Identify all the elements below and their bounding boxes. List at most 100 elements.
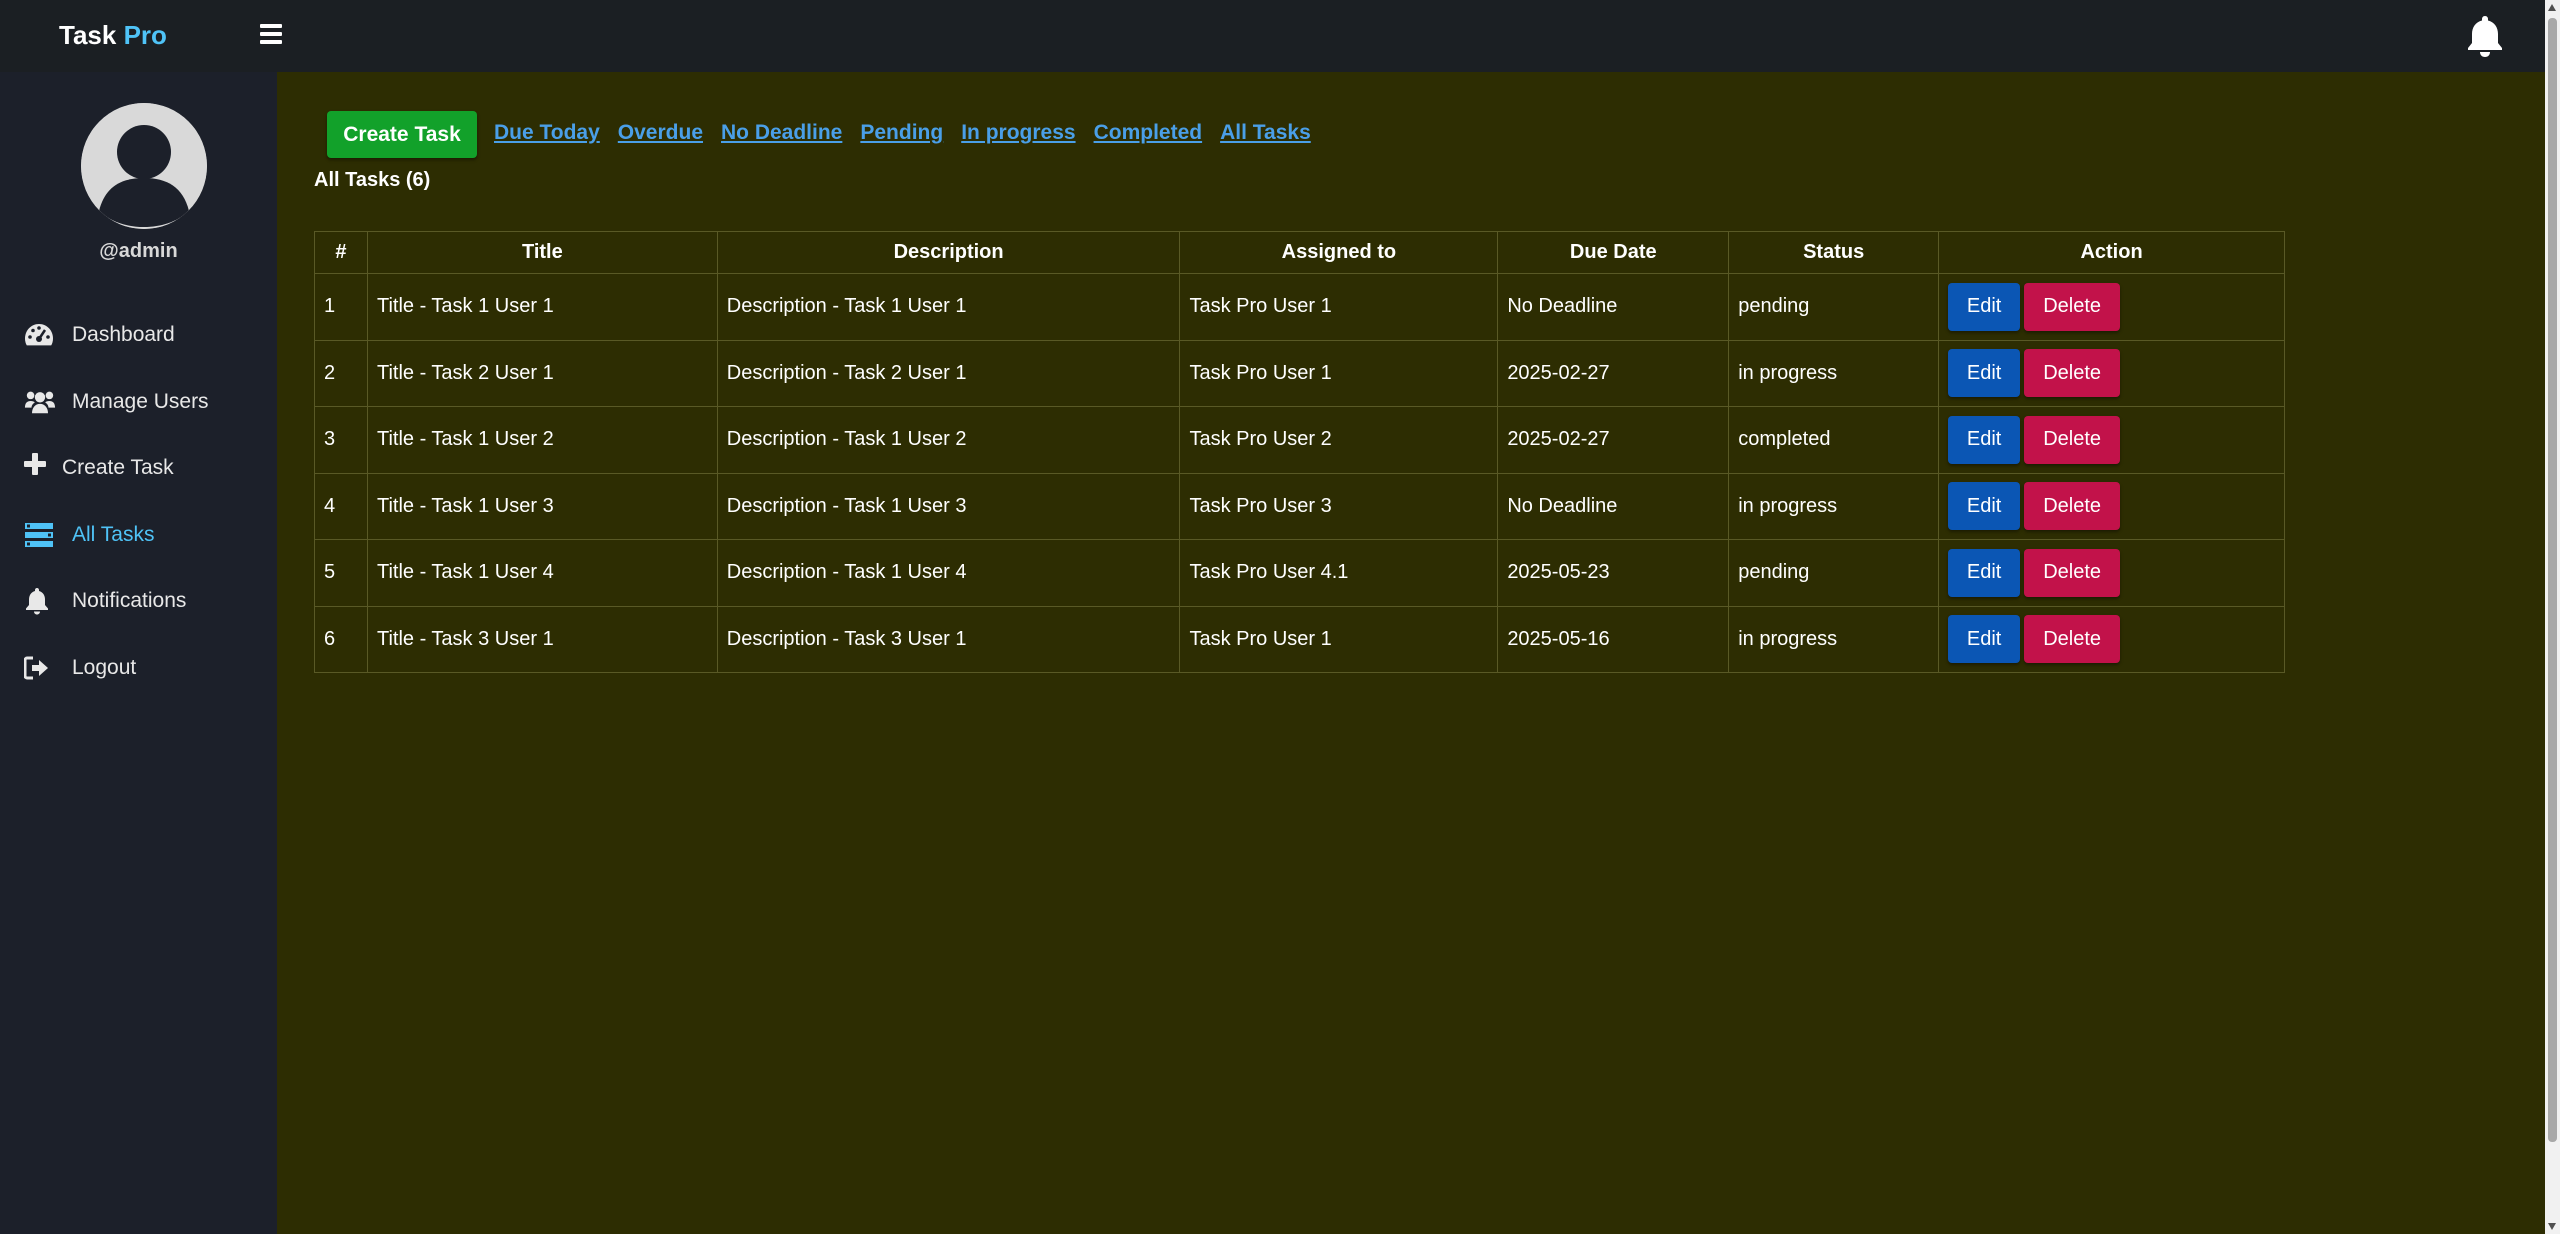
column-header: Description xyxy=(716,231,1181,274)
task-title: Title - Task 3 User 1 xyxy=(366,605,718,673)
filter-no-deadline-link[interactable]: No Deadline xyxy=(721,121,842,145)
edit-button[interactable]: Edit xyxy=(1948,548,2021,597)
task-status: in progress xyxy=(1728,339,1940,407)
dashboard-gauge-icon xyxy=(24,321,56,349)
task-actions: Edit Delete xyxy=(1938,472,2285,540)
task-actions: Edit Delete xyxy=(1938,539,2285,607)
sidebar-item-dashboard[interactable]: Dashboard xyxy=(0,302,277,369)
scrollbar-thumb[interactable] xyxy=(2548,18,2557,1142)
edit-button[interactable]: Edit xyxy=(1948,615,2021,664)
column-header: Title xyxy=(366,231,718,274)
hamburger-icon[interactable] xyxy=(260,24,284,48)
row-number: 1 xyxy=(314,273,368,341)
task-actions: Edit Delete xyxy=(1938,273,2285,341)
delete-button[interactable]: Delete xyxy=(2024,349,2121,398)
edit-button[interactable]: Edit xyxy=(1948,482,2021,531)
vertical-scrollbar[interactable] xyxy=(2545,0,2560,1234)
task-assignee: Task Pro User 1 xyxy=(1179,273,1499,341)
delete-button[interactable]: Delete xyxy=(2024,548,2121,597)
task-filters: Due Today Overdue No Deadline Pending In… xyxy=(494,121,1311,145)
table-row: 2 Title - Task 2 User 1 Description - Ta… xyxy=(314,339,2285,407)
task-due-date: 2025-05-23 xyxy=(1497,539,1730,607)
task-status: in progress xyxy=(1728,605,1940,673)
column-header: Due Date xyxy=(1497,231,1730,274)
sidebar-item-label: Create Task xyxy=(62,456,174,480)
create-task-button[interactable]: Create Task xyxy=(327,111,477,158)
filter-due-today-link[interactable]: Due Today xyxy=(494,121,600,145)
task-actions: Edit Delete xyxy=(1938,339,2285,407)
task-description: Description - Task 1 User 2 xyxy=(716,406,1181,474)
sidebar-item-label: All Tasks xyxy=(72,522,155,546)
delete-button[interactable]: Delete xyxy=(2024,482,2121,531)
task-due-date: No Deadline xyxy=(1497,273,1730,341)
column-header: Action xyxy=(1938,231,2285,274)
task-status: in progress xyxy=(1728,472,1940,540)
task-title: Title - Task 2 User 1 xyxy=(366,339,718,407)
filter-overdue-link[interactable]: Overdue xyxy=(618,121,703,145)
sidebar-item-logout[interactable]: Logout xyxy=(0,635,277,702)
delete-button[interactable]: Delete xyxy=(2024,282,2121,331)
sidebar-username: @admin xyxy=(99,240,178,262)
task-status: completed xyxy=(1728,406,1940,474)
filter-in-progress-link[interactable]: In progress xyxy=(961,121,1075,145)
task-description: Description - Task 1 User 4 xyxy=(716,539,1181,607)
bell-icon xyxy=(24,587,56,615)
filter-pending-link[interactable]: Pending xyxy=(860,121,943,145)
filter-all-tasks-link[interactable]: All Tasks xyxy=(1220,121,1311,145)
edit-button[interactable]: Edit xyxy=(1948,349,2021,398)
task-assignee: Task Pro User 1 xyxy=(1179,339,1499,407)
task-assignee: Task Pro User 1 xyxy=(1179,605,1499,673)
sidebar-item-manage-users[interactable]: Manage Users xyxy=(0,369,277,436)
row-number: 4 xyxy=(314,472,368,540)
table-row: 6 Title - Task 3 User 1 Description - Ta… xyxy=(314,605,2285,673)
row-number: 3 xyxy=(314,406,368,474)
task-assignee: Task Pro User 3 xyxy=(1179,472,1499,540)
task-due-date: 2025-02-27 xyxy=(1497,339,1730,407)
scroll-down-arrow-icon[interactable] xyxy=(2548,1223,2556,1230)
column-header: Status xyxy=(1728,231,1940,274)
table-row: 1 Title - Task 1 User 1 Description - Ta… xyxy=(314,273,2285,341)
sidebar-item-all-tasks[interactable]: All Tasks xyxy=(0,502,277,569)
top-header: Task Pro xyxy=(0,0,2545,72)
row-number: 2 xyxy=(314,339,368,407)
task-title: Title - Task 1 User 1 xyxy=(366,273,718,341)
task-description: Description - Task 1 User 1 xyxy=(716,273,1181,341)
task-actions: Edit Delete xyxy=(1938,605,2285,673)
task-description: Description - Task 3 User 1 xyxy=(716,605,1181,673)
page-title: All Tasks (6) xyxy=(314,169,431,191)
task-description: Description - Task 2 User 1 xyxy=(716,339,1181,407)
sidebar-item-label: Manage Users xyxy=(72,389,209,413)
plus-icon xyxy=(24,450,56,478)
column-header: Assigned to xyxy=(1179,231,1499,274)
brand-accent-text: Pro xyxy=(123,20,167,50)
task-due-date: 2025-05-16 xyxy=(1497,605,1730,673)
table-row: 4 Title - Task 1 User 3 Description - Ta… xyxy=(314,472,2285,540)
brand-main-text: Task xyxy=(59,20,117,50)
tasks-table: # Title Description Assigned to Due Date… xyxy=(314,231,2285,673)
tasks-list-icon xyxy=(24,521,56,549)
scroll-up-arrow-icon[interactable] xyxy=(2548,4,2556,11)
bell-icon[interactable] xyxy=(2464,14,2506,58)
table-row: 5 Title - Task 1 User 4 Description - Ta… xyxy=(314,539,2285,607)
delete-button[interactable]: Delete xyxy=(2024,415,2121,464)
brand-logo[interactable]: Task Pro xyxy=(59,20,167,51)
sidebar-item-notifications[interactable]: Notifications xyxy=(0,568,277,635)
task-title: Title - Task 1 User 2 xyxy=(366,406,718,474)
sidebar: @admin Dashboard Manage Users Create Tas… xyxy=(0,72,277,1234)
edit-button[interactable]: Edit xyxy=(1948,415,2021,464)
avatar xyxy=(81,103,207,229)
task-due-date: 2025-02-27 xyxy=(1497,406,1730,474)
edit-button[interactable]: Edit xyxy=(1948,282,2021,331)
sidebar-nav: Dashboard Manage Users Create Task All T… xyxy=(0,302,277,701)
task-due-date: No Deadline xyxy=(1497,472,1730,540)
table-header-row: # Title Description Assigned to Due Date… xyxy=(314,231,2285,274)
task-status: pending xyxy=(1728,539,1940,607)
task-title: Title - Task 1 User 4 xyxy=(366,539,718,607)
sidebar-item-label: Dashboard xyxy=(72,323,175,347)
table-row: 3 Title - Task 1 User 2 Description - Ta… xyxy=(314,406,2285,474)
task-title: Title - Task 1 User 3 xyxy=(366,472,718,540)
filter-completed-link[interactable]: Completed xyxy=(1094,121,1203,145)
delete-button[interactable]: Delete xyxy=(2024,615,2121,664)
task-assignee: Task Pro User 4.1 xyxy=(1179,539,1499,607)
sidebar-item-create-task[interactable]: Create Task xyxy=(0,435,277,502)
